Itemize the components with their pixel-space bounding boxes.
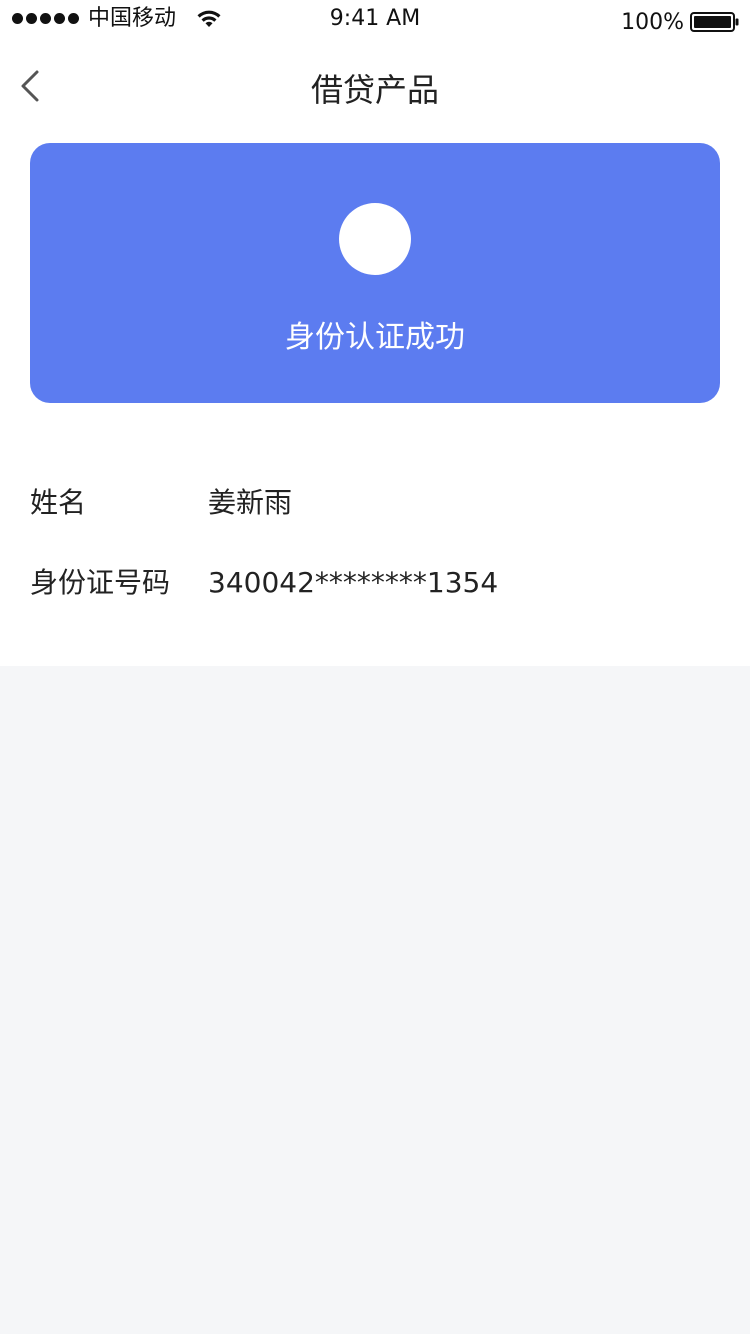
battery-percentage: 100% xyxy=(621,10,684,35)
id-number-row: 身份证号码 340042********1354 xyxy=(30,563,720,603)
battery-icon xyxy=(690,12,739,32)
page-title: 借贷产品 xyxy=(310,71,439,109)
name-label: 姓名 xyxy=(30,486,87,519)
status-bar: 中国移动 9:41 AM 100% xyxy=(0,0,750,40)
verification-success-card: 身份认证成功 xyxy=(30,143,720,403)
bottom-background xyxy=(0,666,750,1334)
id-number-value: 340042********1354 xyxy=(208,566,499,599)
success-icon xyxy=(339,203,411,275)
success-message: 身份认证成功 xyxy=(285,320,465,355)
name-row: 姓名 姜新雨 xyxy=(30,483,720,523)
nav-bar: 借贷产品 xyxy=(0,40,750,136)
id-number-label: 身份证号码 xyxy=(30,566,171,599)
name-value: 姜新雨 xyxy=(208,486,293,519)
screen: 中国移动 9:41 AM 100% 借贷产品 身份认证成功 姓名 姜新雨 身份证… xyxy=(0,0,750,1334)
